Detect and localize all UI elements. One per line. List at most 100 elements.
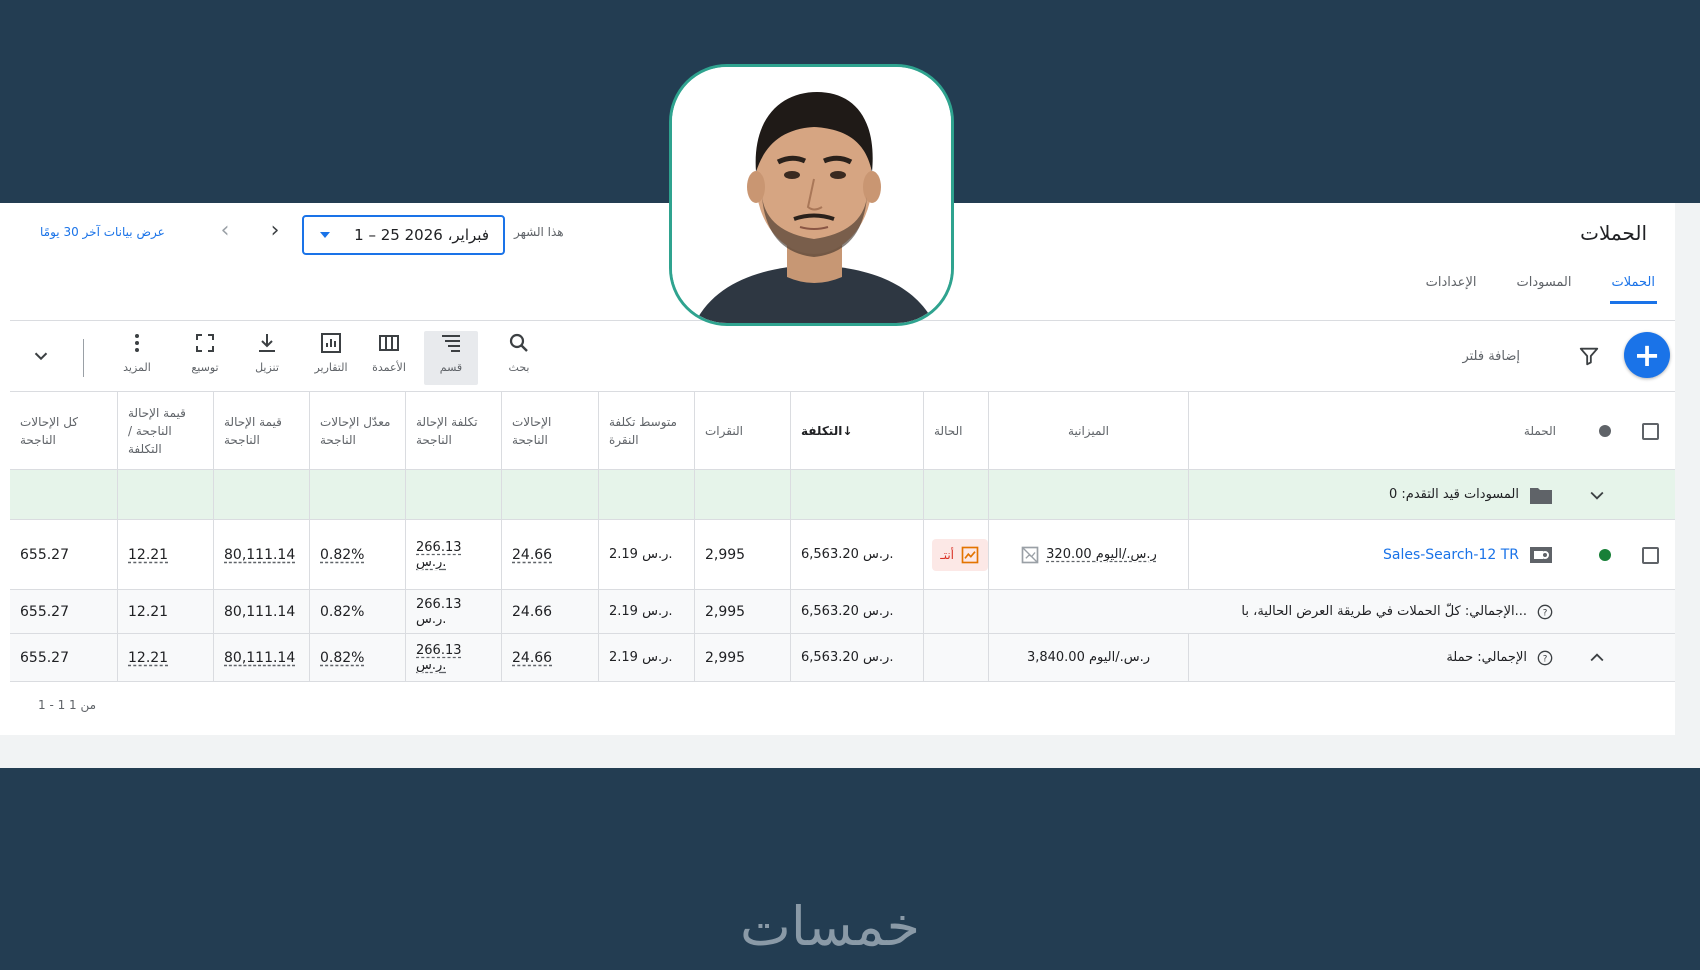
table-row[interactable]: 655.27 12.21 80,111.14 0.82% 266.13 ر.س.… bbox=[10, 520, 1675, 590]
col-cost-per-conv[interactable]: تكلفة الإحالة الناجحة bbox=[405, 392, 501, 469]
cell-cost-per-conv-text[interactable]: 266.13 ر.س. bbox=[416, 540, 491, 570]
download-tool[interactable]: تنزيل bbox=[240, 331, 294, 385]
segment-icon bbox=[442, 335, 460, 352]
drafts-cell bbox=[598, 470, 694, 519]
col-status[interactable]: الحالة bbox=[923, 392, 988, 469]
cell-value-per-cost: 12.21 bbox=[117, 520, 213, 589]
total-all-label: الإجمالي: كلّ الحملات في طريقة العرض الح… bbox=[1241, 604, 1527, 619]
tab-drafts[interactable]: المسودات bbox=[1514, 275, 1573, 304]
total-clicks: 2,995 bbox=[694, 590, 790, 633]
col-conversions[interactable]: الإحالات الناجحة bbox=[501, 392, 598, 469]
columns-label: الأعمدة bbox=[372, 361, 406, 374]
col-value-per-cost[interactable]: قيمة الإحالة الناجحة / التكلفة bbox=[117, 392, 213, 469]
total2-avg-cpc: 2.19 ر.س. bbox=[598, 634, 694, 681]
cell-clicks: 2,995 bbox=[694, 520, 790, 589]
date-preset-label: هذا الشهر bbox=[514, 225, 564, 239]
total2-cost-per-conv: 266.13 ر.س. bbox=[405, 634, 501, 681]
cell-budget-text[interactable]: 320.00 ر.س./اليوم bbox=[1046, 547, 1157, 562]
total2-conv-value-text[interactable]: 80,111.14 bbox=[224, 650, 295, 666]
drafts-label: المسودات قيد التقدم: 0 bbox=[1388, 487, 1519, 502]
chevron-up-icon[interactable] bbox=[1587, 648, 1607, 668]
cell-value-per-cost-text[interactable]: 12.21 bbox=[128, 547, 168, 563]
total2-conv-rate-text[interactable]: 0.82% bbox=[320, 650, 364, 666]
chevron-right-icon[interactable]: › bbox=[262, 217, 288, 243]
help-icon[interactable]: ? bbox=[1537, 604, 1553, 620]
page-title: الحملات bbox=[1580, 221, 1647, 245]
total2-conv-value: 80,111.14 bbox=[213, 634, 309, 681]
chevron-down-icon[interactable] bbox=[30, 345, 52, 367]
more-icon bbox=[135, 334, 139, 352]
total2-cost-per-conv-text[interactable]: 266.13 ر.س. bbox=[416, 643, 491, 673]
segment-label: قسم bbox=[439, 361, 463, 374]
total-all-conv: 655.27 bbox=[20, 603, 69, 620]
cell-conv-value-text[interactable]: 80,111.14 bbox=[224, 547, 295, 563]
help-icon[interactable]: ? bbox=[1537, 650, 1553, 666]
campaign-name-link[interactable]: Sales-Search-12 TR bbox=[1383, 547, 1519, 563]
reports-tool[interactable]: التقارير bbox=[304, 331, 358, 385]
total-conv-rate: 0.82% bbox=[309, 590, 405, 633]
drafts-cell bbox=[988, 470, 1188, 519]
col-cost[interactable]: ↓ التكلفة bbox=[790, 392, 923, 469]
columns-tool[interactable]: الأعمدة bbox=[362, 331, 416, 385]
svg-text:?: ? bbox=[1543, 608, 1548, 618]
select-all-checkbox[interactable] bbox=[1642, 423, 1659, 440]
arrow-down-icon: ↓ bbox=[842, 423, 853, 438]
total-value-per-cost: 12.21 bbox=[117, 590, 213, 633]
status-chip[interactable]: أنتـ bbox=[932, 539, 988, 571]
search-tool[interactable]: بحث bbox=[492, 331, 546, 385]
total-conversions: 24.66 bbox=[501, 590, 598, 633]
svg-text:?: ? bbox=[1543, 654, 1548, 664]
total2-value-per-cost: 12.21 bbox=[117, 634, 213, 681]
cell-conversions-text[interactable]: 24.66 bbox=[512, 547, 552, 563]
download-icon bbox=[259, 334, 275, 352]
col-conv-value[interactable]: قيمة الإحالة الناجحة bbox=[213, 392, 309, 469]
segment-tool[interactable]: قسم bbox=[424, 331, 478, 385]
columns-icon bbox=[379, 335, 399, 351]
col-campaign-label[interactable]: الحملة bbox=[1524, 422, 1556, 440]
cell-avg-cpc: 2.19 ر.س. bbox=[598, 520, 694, 589]
tab-campaigns[interactable]: الحملات bbox=[1609, 275, 1658, 304]
cell-cost: 6,563.20 ر.س. bbox=[790, 520, 923, 589]
reports-icon bbox=[321, 333, 341, 353]
total2-clicks: 2,995 bbox=[694, 634, 790, 681]
enabled-status-dot[interactable] bbox=[1599, 549, 1611, 561]
row-checkbox[interactable] bbox=[1642, 547, 1659, 564]
expand-label: توسيع bbox=[191, 361, 219, 374]
date-range-value: 1 – 25 فبراير، 2026 bbox=[354, 226, 489, 244]
total-row-all: 655.27 12.21 80,111.14 0.82% 266.13 ر.س.… bbox=[10, 590, 1675, 634]
drafts-row[interactable]: المسودات قيد التقدم: 0 bbox=[10, 470, 1675, 520]
last-30-days-link[interactable]: عرض بيانات آخر 30 يومًا bbox=[40, 225, 165, 239]
chevron-down-icon[interactable] bbox=[1587, 485, 1607, 505]
cell-conv-rate: 0.82% bbox=[309, 520, 405, 589]
total-status bbox=[923, 590, 988, 633]
col-budget[interactable]: الميزانية bbox=[988, 392, 1188, 469]
col-avg-cpc[interactable]: متوسط تكلفة النقرة bbox=[598, 392, 694, 469]
add-campaign-button[interactable]: + bbox=[1624, 332, 1670, 378]
drafts-cell bbox=[694, 470, 790, 519]
trend-icon bbox=[961, 546, 979, 564]
add-filter-button[interactable]: إضافة فلتر bbox=[1462, 349, 1520, 364]
search-icon bbox=[509, 333, 528, 352]
expand-tool[interactable]: توسيع bbox=[178, 331, 232, 385]
caret-down-icon bbox=[320, 232, 330, 238]
date-range-picker[interactable]: 1 – 25 فبراير، 2026 bbox=[302, 215, 505, 255]
chevron-left-icon[interactable]: ‹ bbox=[212, 217, 238, 243]
more-tool[interactable]: المزيد bbox=[110, 331, 164, 385]
status-dot-header bbox=[1599, 425, 1611, 437]
drafts-cell bbox=[10, 470, 117, 519]
total-cost-per-conv: 266.13 ر.س. bbox=[405, 590, 501, 633]
col-conv-rate[interactable]: معدّل الإحالات الناجحة bbox=[309, 392, 405, 469]
total2-conv-rate: 0.82% bbox=[309, 634, 405, 681]
total2-conversions-text[interactable]: 24.66 bbox=[512, 650, 552, 666]
col-cost-label: التكلفة bbox=[801, 423, 843, 438]
col-all-conv[interactable]: كل الإحالات الناجحة bbox=[10, 392, 117, 469]
col-clicks[interactable]: النقرات bbox=[694, 392, 790, 469]
cell-conv-rate-text[interactable]: 0.82% bbox=[320, 547, 364, 563]
total2-value-per-cost-text[interactable]: 12.21 bbox=[128, 650, 168, 666]
tab-settings[interactable]: الإعدادات bbox=[1424, 275, 1479, 304]
drafts-cell bbox=[923, 470, 988, 519]
total2-budget: 3,840.00 ر.س./اليوم bbox=[988, 634, 1188, 681]
status-text: أنتـ bbox=[940, 548, 954, 562]
reports-label: التقارير bbox=[314, 361, 348, 374]
filter-icon[interactable] bbox=[1578, 345, 1600, 367]
